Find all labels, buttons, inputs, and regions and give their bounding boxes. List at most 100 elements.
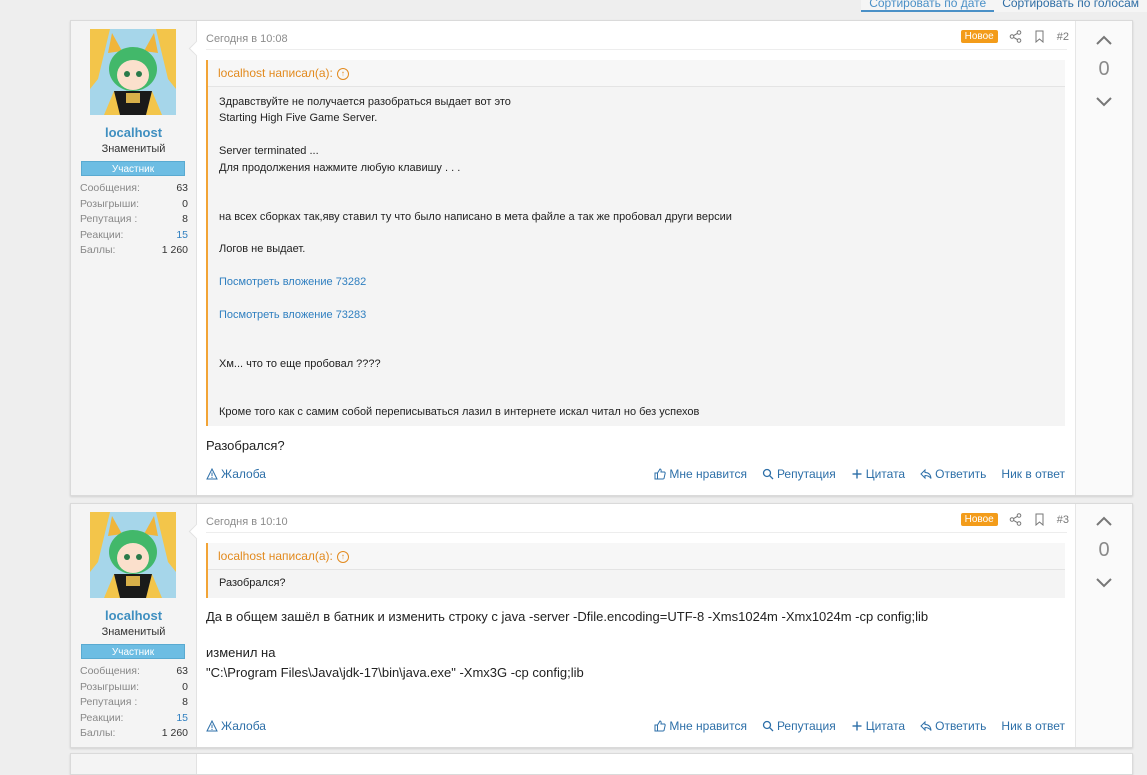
- thumbs-up-icon: [654, 468, 667, 480]
- post-main: Сегодня в 10:08 Новое #2 localhost напис…: [197, 21, 1075, 495]
- stat-value: 8: [182, 696, 188, 708]
- quote-line: Starting High Five Game Server.: [219, 112, 378, 124]
- reputation-label: Репутация: [776, 467, 836, 481]
- user-title: Знаменитый: [101, 143, 166, 155]
- user-stats: Сообщения: 63 Розыгрыши: 0 Репутация : 8 Ре…: [80, 664, 188, 742]
- report-link[interactable]: Жалоба: [206, 467, 266, 481]
- quote-author-label: localhost написал(а):: [218, 549, 333, 563]
- post: localhost Знаменитый Участник Сообщения:…: [70, 20, 1133, 496]
- post: [70, 753, 1133, 775]
- bookmark-icon[interactable]: [1033, 513, 1046, 527]
- stat-label: Сообщения:: [80, 182, 140, 194]
- stat-points: Баллы: 1 260: [80, 243, 188, 259]
- quote-button[interactable]: Цитата: [851, 467, 905, 481]
- user-info-column: localhost Знаменитый Участник Сообщения:…: [71, 504, 197, 747]
- post-date[interactable]: Сегодня в 10:10: [206, 516, 288, 528]
- quote-author[interactable]: localhost написал(а): ↑: [208, 60, 1065, 87]
- post-main: Сегодня в 10:10 Новое #3 localhost напис…: [197, 504, 1075, 747]
- quote-line: Server terminated ...: [219, 145, 319, 157]
- user-title: Знаменитый: [101, 626, 166, 638]
- quote-line: Здравствуйте не получается разобраться в…: [219, 96, 511, 108]
- reputation-button[interactable]: Репутация: [762, 719, 836, 733]
- user-group-badge: Участник: [81, 644, 185, 659]
- stat-label: Розыгрыши:: [80, 197, 140, 210]
- arrow-up-circle-icon[interactable]: ↑: [336, 67, 349, 80]
- quote-line: на всех сборках так,яву ставил ту что бы…: [219, 211, 732, 223]
- quote-block: localhost написал(а): ↑ Разобрался?: [206, 543, 1065, 598]
- post-date[interactable]: Сегодня в 10:08: [206, 33, 288, 45]
- like-label: Мне нравится: [669, 719, 747, 733]
- bookmark-icon[interactable]: [1033, 30, 1046, 44]
- stat-giveaways: Розыгрыши: 0: [80, 197, 188, 213]
- downvote-chevron-icon[interactable]: [1095, 95, 1113, 107]
- user-info-column: localhost Знаменитый Участник Сообщения:…: [71, 21, 197, 495]
- post-number[interactable]: #3: [1057, 514, 1069, 526]
- sort-tabs: Сортировать по дате Сортировать по голос…: [861, 0, 1147, 12]
- stat-giveaways: Розыгрыши: 0: [80, 680, 188, 696]
- avatar[interactable]: [90, 512, 176, 598]
- vote-column: 0: [1075, 504, 1132, 747]
- avatar[interactable]: [90, 29, 176, 115]
- user-group-badge: Участник: [81, 161, 185, 176]
- plus-icon: [851, 468, 863, 480]
- quote-line: Кроме того как с самим собой переписыват…: [219, 406, 700, 418]
- stat-label: Розыгрыши:: [80, 680, 140, 693]
- reply-button[interactable]: Ответить: [920, 719, 986, 733]
- like-button[interactable]: Мне нравится: [654, 467, 747, 481]
- post-tools: Новое #3: [960, 513, 1069, 527]
- user-info-column: [71, 754, 197, 774]
- stat-value: 63: [176, 182, 188, 194]
- stat-reactions: Реакции: 15: [80, 711, 188, 727]
- stat-value[interactable]: 15: [176, 711, 188, 727]
- stat-label: Реакции:: [80, 711, 124, 724]
- downvote-chevron-icon[interactable]: [1095, 576, 1113, 588]
- stat-value: 0: [182, 680, 188, 693]
- quote-author[interactable]: localhost написал(а): ↑: [208, 543, 1065, 570]
- quote-author-label: localhost написал(а):: [218, 66, 333, 80]
- report-link[interactable]: Жалоба: [206, 719, 266, 733]
- stat-value[interactable]: 15: [176, 228, 188, 244]
- stat-value: 1 260: [161, 244, 188, 256]
- reputation-button[interactable]: Репутация: [762, 467, 836, 481]
- username[interactable]: localhost: [71, 125, 196, 140]
- post-body-text: изменил на: [206, 645, 276, 660]
- report-label: Жалоба: [221, 719, 266, 733]
- search-icon: [762, 468, 774, 480]
- quote-button[interactable]: Цитата: [851, 719, 905, 733]
- reply-label: Ответить: [935, 467, 987, 481]
- stat-reputation: Репутация : 8: [80, 695, 188, 711]
- attachment-link[interactable]: Посмотреть вложение 73282: [219, 276, 366, 288]
- upvote-chevron-icon[interactable]: [1095, 33, 1113, 45]
- vote-column: 0: [1075, 21, 1132, 495]
- nick-reply-button[interactable]: Ник в ответ: [1001, 719, 1065, 733]
- header-divider: [206, 49, 1067, 50]
- quote-line: Разобрался?: [219, 577, 286, 589]
- warning-icon: [206, 719, 218, 732]
- reply-button[interactable]: Ответить: [920, 467, 986, 481]
- sort-by-date-tab[interactable]: Сортировать по дате: [861, 0, 995, 12]
- like-button[interactable]: Мне нравится: [654, 719, 747, 733]
- reply-arrow-icon: [920, 720, 932, 732]
- stat-value: 0: [182, 197, 188, 210]
- user-stats: Сообщения: 63 Розыгрыши: 0 Репутация : 8 Ре…: [80, 181, 188, 259]
- upvote-chevron-icon[interactable]: [1095, 514, 1113, 526]
- vote-count: 0: [1098, 539, 1110, 561]
- stat-points: Баллы: 1 260: [80, 726, 188, 742]
- username[interactable]: localhost: [71, 608, 196, 623]
- reply-arrow-icon: [920, 468, 932, 480]
- search-icon: [762, 720, 774, 732]
- attachment-link[interactable]: Посмотреть вложение 73283: [219, 309, 366, 321]
- warning-icon: [206, 467, 218, 480]
- post-footer: Жалоба Мне нравится Репутация Цитата Отв…: [206, 467, 1065, 481]
- post-number[interactable]: #2: [1057, 31, 1069, 43]
- post-footer: Жалоба Мне нравится Репутация Цитата Отв…: [206, 719, 1065, 733]
- stat-messages: Сообщения: 63: [80, 181, 188, 197]
- nick-reply-label: Ник в ответ: [1001, 719, 1065, 733]
- nick-reply-button[interactable]: Ник в ответ: [1001, 467, 1065, 481]
- stat-label: Баллы:: [80, 244, 116, 256]
- stat-value: 8: [182, 213, 188, 225]
- arrow-up-circle-icon[interactable]: ↑: [336, 550, 349, 563]
- share-icon[interactable]: [1009, 30, 1022, 43]
- sort-by-votes-tab[interactable]: Сортировать по голосам: [994, 0, 1147, 12]
- share-icon[interactable]: [1009, 513, 1022, 526]
